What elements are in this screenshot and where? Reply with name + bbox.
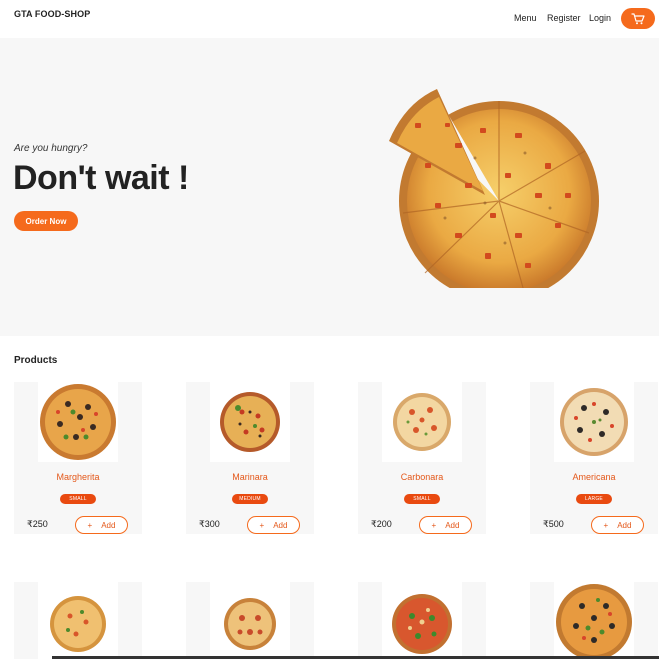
product-card[interactable] (358, 582, 486, 659)
nav-login-link[interactable]: Login (589, 13, 611, 23)
shopping-cart-icon (631, 12, 645, 24)
add-label: Add (445, 520, 460, 530)
product-card[interactable]: Margherita SMALL ₹250 + Add (14, 382, 142, 534)
pizza-image (392, 594, 452, 654)
hero-pizza-image (389, 89, 599, 288)
product-price: ₹200 (371, 519, 392, 529)
nav-menu-link[interactable]: Menu (514, 13, 537, 23)
product-card[interactable] (186, 582, 314, 659)
product-card[interactable] (530, 582, 658, 659)
add-to-cart-button[interactable]: + Add (419, 516, 472, 534)
product-image[interactable] (38, 382, 118, 462)
add-label: Add (273, 520, 288, 530)
size-badge: SMALL (60, 494, 96, 504)
product-name: Margherita (56, 472, 100, 482)
product-name: Americana (572, 472, 616, 482)
site-logo[interactable]: GTA FOOD-SHOP (14, 9, 90, 19)
pizza-carbonara-image (393, 393, 451, 451)
pizza-margherita-image (40, 384, 116, 460)
products-heading: Products (14, 355, 58, 366)
nav-register-link[interactable]: Register (547, 13, 581, 23)
product-image[interactable] (210, 582, 290, 659)
product-card[interactable]: Carbonara SMALL ₹200 + Add (358, 382, 486, 534)
pizza-americana-image (560, 388, 628, 456)
product-image[interactable] (38, 582, 118, 659)
hero-subtitle: Are you hungry? (14, 143, 88, 154)
plus-icon: + (259, 520, 265, 530)
product-image[interactable] (210, 382, 290, 462)
product-image[interactable] (554, 582, 634, 659)
add-label: Add (101, 520, 116, 530)
plus-icon: + (603, 520, 609, 530)
product-image[interactable] (554, 382, 634, 462)
plus-icon: + (87, 520, 93, 530)
product-name: Marinara (232, 472, 268, 482)
size-badge: SMALL (404, 494, 440, 504)
product-card[interactable]: Marinara MEDIUM ₹300 + Add (186, 382, 314, 534)
product-price: ₹300 (199, 519, 220, 529)
product-image[interactable] (382, 382, 462, 462)
top-navbar: GTA FOOD-SHOP Menu Register Login (0, 0, 659, 38)
pizza-marinara-image (220, 392, 280, 452)
pizza-image (556, 584, 632, 659)
product-price: ₹500 (543, 519, 564, 529)
plus-icon: + (431, 520, 437, 530)
hero-title: Don't wait ! (13, 159, 189, 197)
product-name: Carbonara (400, 472, 444, 482)
add-to-cart-button[interactable]: + Add (247, 516, 300, 534)
add-label: Add (617, 520, 632, 530)
product-price: ₹250 (27, 519, 48, 529)
product-image[interactable] (382, 582, 462, 659)
product-card[interactable] (14, 582, 142, 659)
pizza-image (224, 598, 276, 650)
hero-banner: Are you hungry? Don't wait ! Order Now (0, 38, 659, 336)
add-to-cart-button[interactable]: + Add (591, 516, 644, 534)
product-card[interactable]: Americana LARGE ₹500 + Add (530, 382, 658, 534)
pizza-image (50, 596, 106, 652)
size-badge: MEDIUM (232, 494, 268, 504)
add-to-cart-button[interactable]: + Add (75, 516, 128, 534)
cart-button[interactable] (621, 8, 655, 29)
order-now-button[interactable]: Order Now (14, 211, 78, 231)
size-badge: LARGE (576, 494, 612, 504)
